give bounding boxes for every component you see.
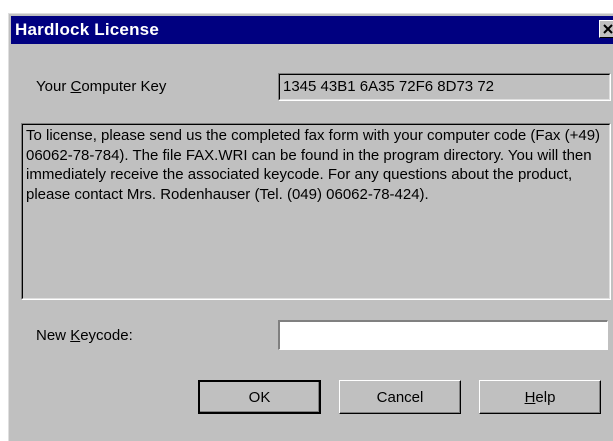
computer-key-value: 1345 43B1 6A35 72F6 8D73 72 <box>283 78 495 95</box>
help-button[interactable]: Help <box>479 380 601 414</box>
cancel-button[interactable]: Cancel <box>339 380 461 414</box>
ok-button[interactable]: OK <box>198 380 321 414</box>
ok-button-label: OK <box>248 388 271 406</box>
cancel-button-label: Cancel <box>376 388 424 406</box>
computer-key-label: Your Computer Key <box>36 78 167 95</box>
close-button[interactable] <box>599 20 613 38</box>
license-info-box: To license, please send us the completed… <box>21 123 611 300</box>
close-icon <box>603 24 613 34</box>
computer-key-field: 1345 43B1 6A35 72F6 8D73 72 <box>278 73 611 101</box>
help-button-label: Help <box>524 388 556 406</box>
new-keycode-input[interactable] <box>278 320 608 350</box>
new-keycode-label: New Keycode: <box>36 327 133 344</box>
window-title: Hardlock License <box>15 20 159 39</box>
license-info-text: To license, please send us the completed… <box>26 127 601 203</box>
title-bar[interactable]: Hardlock License <box>11 16 613 44</box>
hardlock-license-dialog: Hardlock License Your Computer Key 1345 … <box>8 13 613 441</box>
